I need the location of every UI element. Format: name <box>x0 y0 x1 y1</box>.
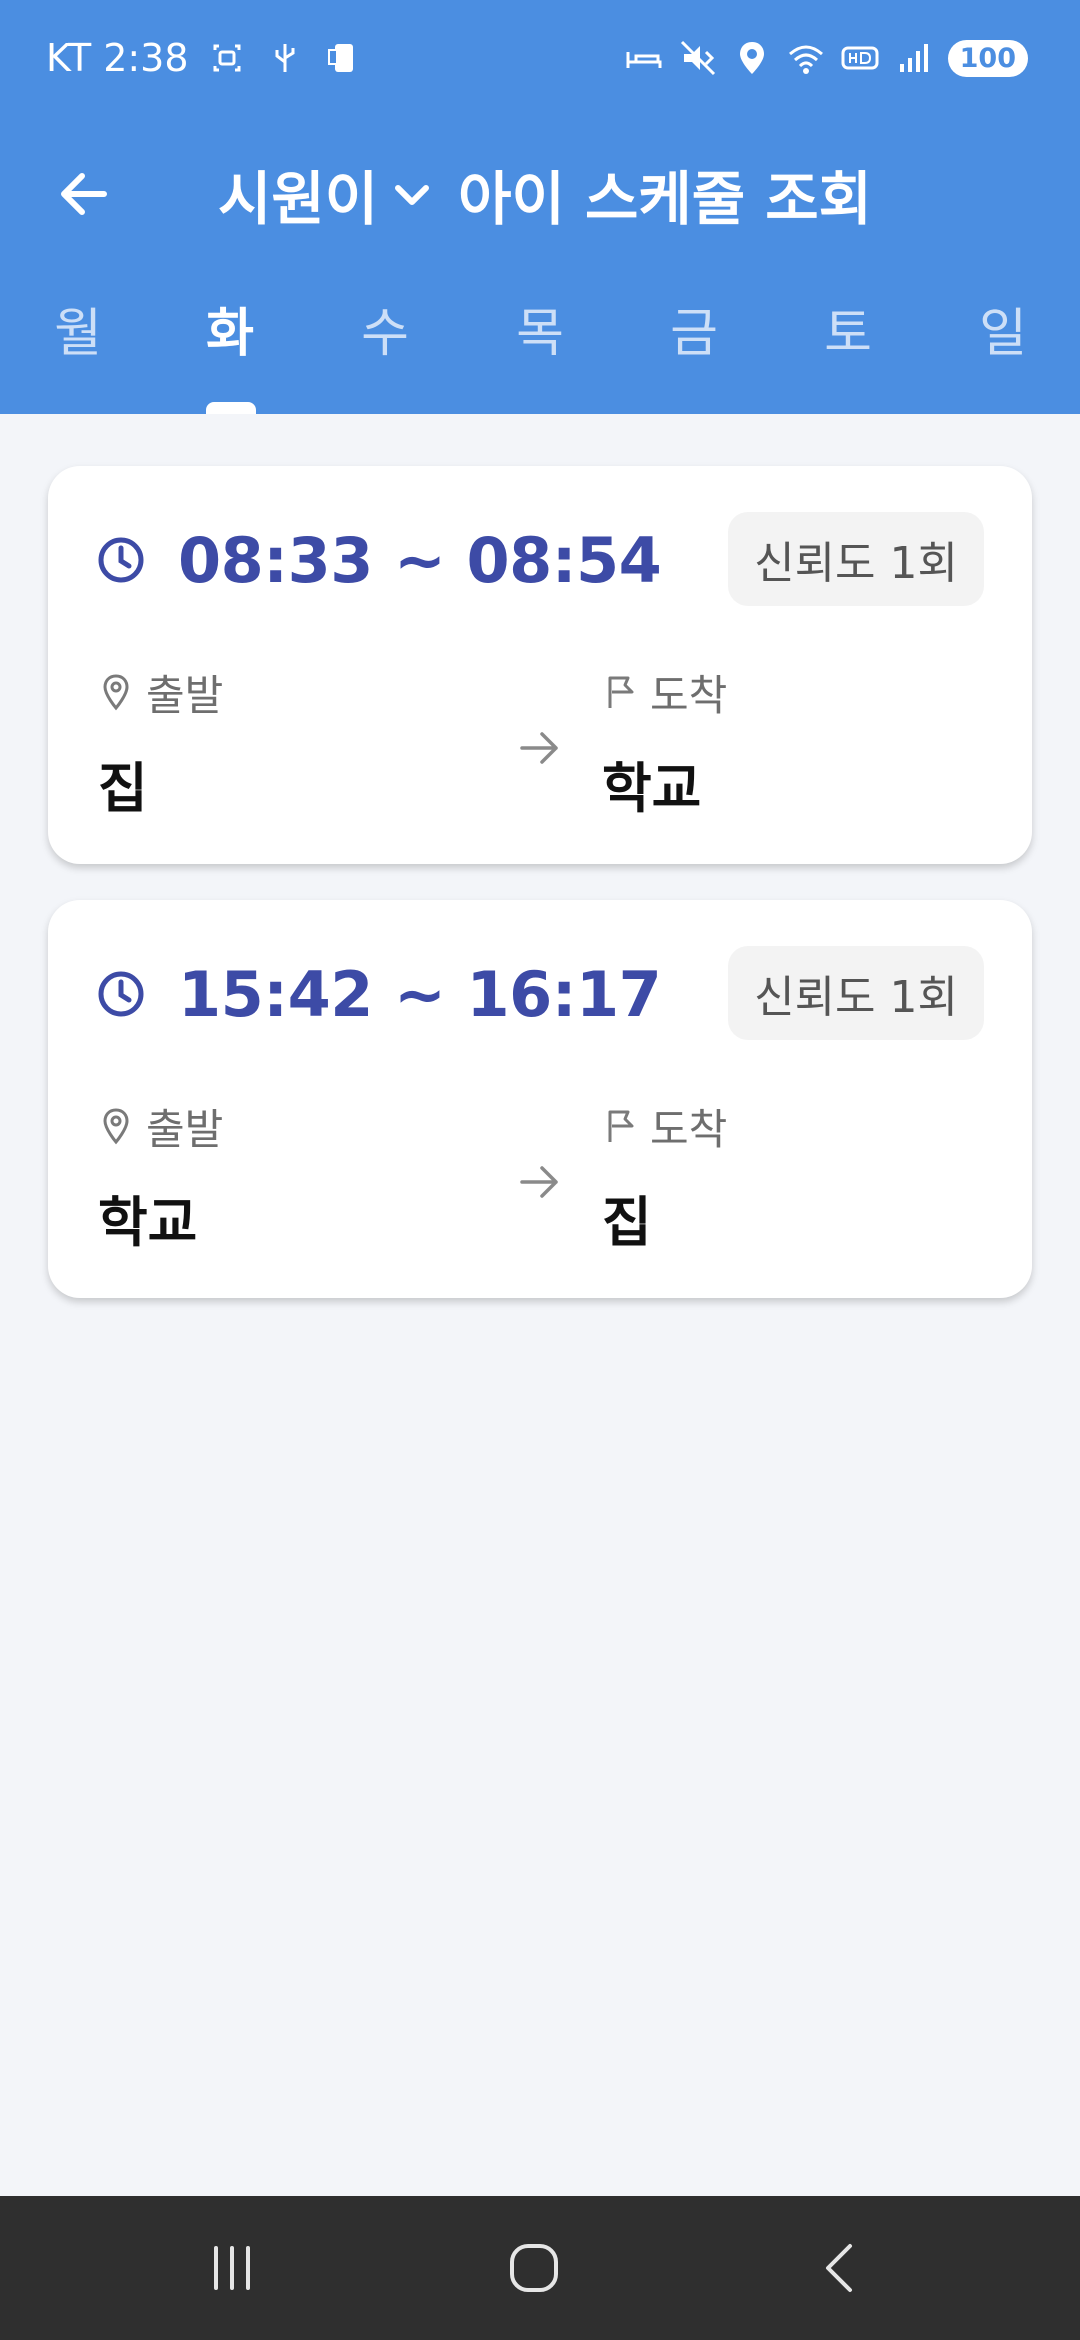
tab-sat[interactable]: 토 <box>788 284 908 410</box>
recent-apps-button[interactable] <box>192 2236 272 2300</box>
home-button[interactable] <box>494 2236 574 2300</box>
arrival-label: 도착 <box>650 670 728 720</box>
location-icon <box>739 42 764 74</box>
departure: 출발 집 <box>98 662 518 823</box>
arrival: 도착 학교 <box>602 662 1022 823</box>
time-range: 15:42 ~ 16:17 <box>178 957 662 1031</box>
clock-icon <box>98 971 144 1017</box>
tab-thu[interactable]: 목 <box>480 284 600 410</box>
phone-sync-icon <box>327 44 353 72</box>
departure-label: 출발 <box>146 1104 224 1154</box>
back-nav-button[interactable] <box>800 2236 880 2300</box>
status-left: KT 2:38 <box>46 30 363 86</box>
time-row: 15:42 ~ 16:17 <box>96 954 662 1034</box>
wifi-icon <box>788 45 823 74</box>
chevron-left-icon <box>826 2244 852 2292</box>
tab-fri[interactable]: 금 <box>634 284 754 410</box>
location-pin-icon <box>103 1108 129 1145</box>
status-right: 100 <box>624 30 1028 86</box>
departure: 출발 학교 <box>98 1096 518 1257</box>
schedule-card[interactable]: 08:33 ~ 08:54 신뢰도 1회 출발 집 도착 학교 <box>48 466 1032 864</box>
clock-icon <box>98 537 144 583</box>
app-header: KT 2:38 100 시원이 아이 스케줄 조회 월 화 수 목 금 토 일 <box>0 0 1080 414</box>
arrival: 도착 집 <box>602 1096 1022 1257</box>
chevron-down-icon <box>395 185 430 205</box>
departure-place: 집 <box>98 757 148 820</box>
reliability-badge: 신뢰도 1회 <box>728 946 984 1040</box>
top-app-bar: 시원이 아이 스케줄 조회 <box>0 140 1080 250</box>
schedule-card[interactable]: 15:42 ~ 16:17 신뢰도 1회 출발 학교 도착 집 <box>48 900 1032 1298</box>
arrival-place: 집 <box>602 1191 652 1254</box>
arrival-caption: 도착 <box>602 662 1022 722</box>
battery-indicator: 100 <box>947 39 1028 77</box>
arrow-left-icon <box>61 173 107 215</box>
page-title: 아이 스케줄 조회 <box>458 165 872 233</box>
tab-wed[interactable]: 수 <box>325 284 445 410</box>
back-button[interactable] <box>48 158 120 230</box>
arrow-right-icon <box>520 1166 558 1198</box>
tab-indicator <box>206 402 256 414</box>
time-row: 08:33 ~ 08:54 <box>96 520 662 600</box>
signal-icon <box>899 44 928 72</box>
arrival-label: 도착 <box>650 1104 728 1154</box>
carrier-label: KT <box>46 36 92 80</box>
mute-icon <box>680 40 715 76</box>
location-pin-icon <box>103 674 129 711</box>
departure-caption: 출발 <box>98 1096 518 1156</box>
home-icon <box>510 2244 558 2292</box>
hd-icon <box>841 46 879 70</box>
child-name: 시원이 <box>218 165 379 233</box>
tab-sun[interactable]: 일 <box>943 284 1063 410</box>
recent-apps-icon <box>214 2246 250 2290</box>
time-range: 08:33 ~ 08:54 <box>178 523 662 597</box>
arrival-caption: 도착 <box>602 1096 1022 1156</box>
departure-label: 출발 <box>146 670 224 720</box>
departure-place: 학교 <box>98 1191 198 1254</box>
usb-icon <box>275 44 295 72</box>
screenshot-icon <box>213 44 241 72</box>
flag-icon <box>608 676 634 708</box>
system-navigation-bar <box>0 2196 1080 2340</box>
status-bar: KT 2:38 100 <box>0 0 1080 116</box>
departure-caption: 출발 <box>98 662 518 722</box>
day-tabs: 월 화 수 목 금 토 일 <box>0 284 1080 414</box>
reliability-badge: 신뢰도 1회 <box>728 512 984 606</box>
arrow-right-icon <box>520 732 558 764</box>
tab-tue[interactable]: 화 <box>170 284 290 410</box>
flag-icon <box>608 1110 634 1142</box>
tab-mon[interactable]: 월 <box>18 284 138 410</box>
clock: 2:38 <box>103 36 189 80</box>
sleep-icon <box>626 52 662 68</box>
arrival-place: 학교 <box>602 757 702 820</box>
title-row: 시원이 아이 스케줄 조회 <box>218 146 872 242</box>
child-selector-dropdown[interactable]: 시원이 <box>218 152 434 236</box>
